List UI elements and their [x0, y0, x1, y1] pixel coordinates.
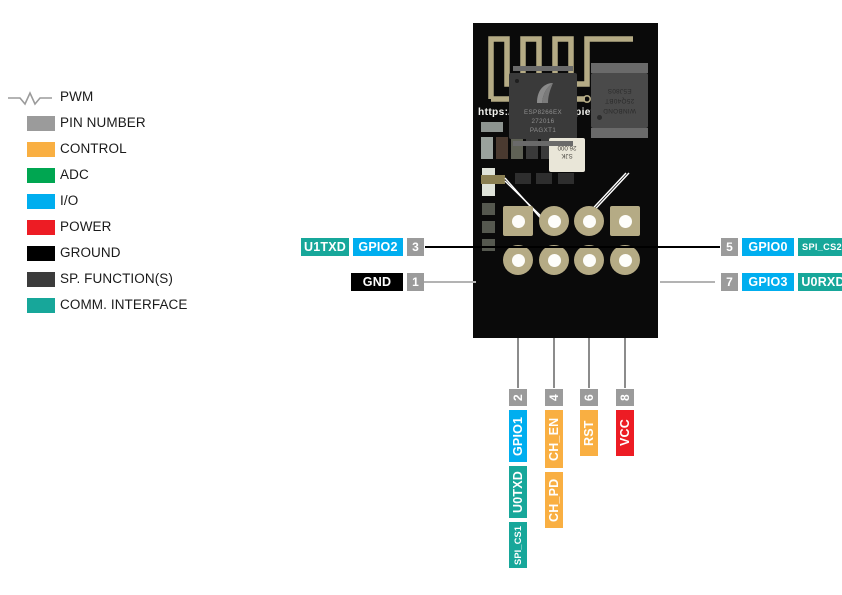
legend-color-swatch	[27, 168, 55, 183]
legend-label: POWER	[60, 219, 112, 234]
legend-row: COMM. INTERFACE	[0, 294, 220, 320]
pin-name-label: GPIO3	[742, 273, 794, 291]
pad-leader-lines	[504, 172, 630, 224]
pad-square	[610, 206, 640, 236]
diagram-canvas: PWM PIN NUMBER CONTROL ADC I/O POWER GROUND SP.…	[0, 0, 842, 595]
pin-name-label: SPI_CS2	[798, 238, 842, 256]
pin-number-box: 3	[407, 238, 424, 256]
legend-row: I/O	[0, 190, 220, 216]
pin-number-box: 1	[407, 273, 424, 291]
pad-square	[503, 206, 533, 236]
leader-line-pin4	[553, 338, 555, 388]
leader-line-pin8	[624, 338, 626, 388]
legend-row: PWM	[0, 86, 220, 112]
pin-name-label: SPI_CS1	[509, 522, 527, 568]
pin-number-box: 8	[616, 389, 634, 406]
leader-line-pin3	[425, 246, 720, 248]
pin-name-label: CH_EN	[545, 410, 563, 468]
pin-name-label: U0RXD	[798, 273, 842, 291]
pad-round	[574, 206, 604, 236]
legend-label: CONTROL	[60, 141, 127, 156]
legend-color-swatch	[27, 246, 55, 261]
pin-name-label: GND	[351, 273, 403, 291]
pin-name-label: U1TXD	[301, 238, 349, 256]
legend: PWM PIN NUMBER CONTROL ADC I/O POWER GROUND SP.…	[0, 86, 220, 320]
pin-name-label: RST	[580, 410, 598, 456]
pad-round	[539, 206, 569, 236]
legend-row: POWER	[0, 216, 220, 242]
legend-label: I/O	[60, 193, 79, 208]
legend-row: CONTROL	[0, 138, 220, 164]
pin-name-label: VCC	[616, 410, 634, 456]
leader-line-pin7	[660, 281, 715, 283]
legend-label: ADC	[60, 167, 89, 182]
pin-number-box: 2	[509, 389, 527, 406]
pin-number-box: 6	[580, 389, 598, 406]
legend-color-swatch	[27, 220, 55, 235]
legend-row: GROUND	[0, 242, 220, 268]
legend-label: PIN NUMBER	[60, 115, 146, 130]
legend-label: COMM. INTERFACE	[60, 297, 188, 312]
pin-name-label: GPIO0	[742, 238, 794, 256]
legend-row: PIN NUMBER	[0, 112, 220, 138]
legend-label: SP. FUNCTION(S)	[60, 271, 174, 286]
pin-name-label: GPIO1	[509, 410, 527, 462]
legend-color-swatch	[27, 272, 55, 287]
pin-number-box: 5	[721, 238, 738, 256]
esp8266-module-board: https://www.studiopieters.nl ESP8266EX 2…	[473, 23, 658, 338]
pin-number-box: 7	[721, 273, 738, 291]
leader-line-pin2	[517, 338, 519, 388]
pin-name-label: GPIO2	[353, 238, 403, 256]
pin-name-label: U0TXD	[509, 466, 527, 518]
pad-round	[574, 245, 604, 275]
pin-number-box: 4	[545, 389, 563, 406]
legend-row: ADC	[0, 164, 220, 190]
legend-label: PWM	[60, 89, 94, 104]
leader-line-pin6	[588, 338, 590, 388]
legend-color-swatch	[27, 116, 55, 131]
legend-row: SP. FUNCTION(S)	[0, 268, 220, 294]
legend-color-swatch	[27, 298, 55, 313]
legend-label: GROUND	[60, 245, 121, 260]
legend-color-swatch	[27, 194, 55, 209]
pad-round	[610, 245, 640, 275]
legend-color-swatch	[27, 142, 55, 157]
leader-line-pin1	[424, 281, 476, 283]
pwm-waveform-icon	[8, 91, 52, 106]
pad-round	[503, 245, 533, 275]
pin-name-label: CH_PD	[545, 472, 563, 528]
pad-round	[539, 245, 569, 275]
